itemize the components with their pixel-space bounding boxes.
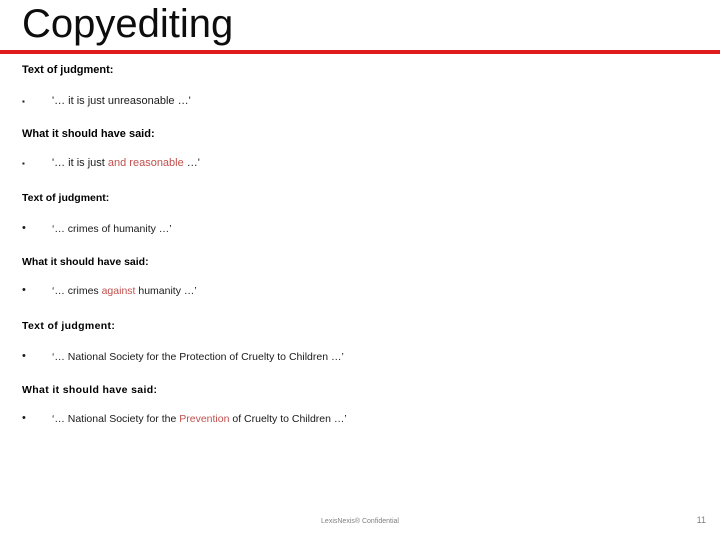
round-bullet-icon: • <box>22 412 26 424</box>
correction-heading: What it should have said: <box>22 256 149 268</box>
correction-quote-text: ‘… crimes <box>52 285 102 297</box>
judgment-quote-text: '… it is just unreasonable …' <box>52 95 191 107</box>
title-accent-rule <box>0 50 720 54</box>
judgment-heading: Text of judgment: <box>22 192 110 204</box>
correction-quote-highlight: against <box>101 285 136 297</box>
list-item: • ‘… crimes against humanity …’ <box>0 284 720 298</box>
judgment-heading: Text of judgment: <box>22 320 116 332</box>
correction-heading: What it should have said: <box>22 128 155 140</box>
round-bullet-icon: • <box>22 284 26 296</box>
correction-quote-text: ‘… National Society for the <box>52 413 180 425</box>
copyedit-block: Text of judgment: • ‘… crimes of humanit… <box>0 192 720 298</box>
correction-heading: What it should have said: <box>22 384 158 396</box>
list-item: • ‘… National Society for the Protection… <box>0 350 720 364</box>
correction-quote-highlight: Prevention <box>179 413 230 425</box>
copyedit-block: Text of judgment: ▪ '… it is just unreas… <box>0 64 720 170</box>
correction-quote-text: '… it is just <box>52 157 108 169</box>
copyedit-block: Text of judgment: • ‘… National Society … <box>0 320 720 426</box>
correction-quote-highlight: and reasonable <box>107 157 184 169</box>
list-item: • ‘… National Society for the Prevention… <box>0 412 720 426</box>
list-item: ▪ '… it is just and reasonable …' <box>0 156 720 170</box>
round-bullet-icon: • <box>22 222 26 234</box>
square-bullet-icon: ▪ <box>22 97 25 106</box>
page-title: Copyediting <box>22 2 234 46</box>
confidential-footer: LexisNexis® Confidential <box>321 518 399 525</box>
correction-quote-tail: …' <box>183 157 200 169</box>
correction-quote-tail: of Cruelty to Children …’ <box>229 413 347 425</box>
page-number: 11 <box>696 515 706 525</box>
list-item: ▪ '… it is just unreasonable …' <box>0 94 720 108</box>
judgment-quote-text: ‘… crimes of humanity …’ <box>52 223 172 235</box>
list-item: • ‘… crimes of humanity …’ <box>0 222 720 236</box>
round-bullet-icon: • <box>22 350 26 362</box>
square-bullet-icon: ▪ <box>22 159 25 168</box>
correction-quote-tail: humanity …’ <box>135 285 197 297</box>
judgment-heading: Text of judgment: <box>22 64 114 76</box>
judgment-quote-text: ‘… National Society for the Protection o… <box>52 351 344 363</box>
slide-content: Text of judgment: ▪ '… it is just unreas… <box>0 64 720 426</box>
